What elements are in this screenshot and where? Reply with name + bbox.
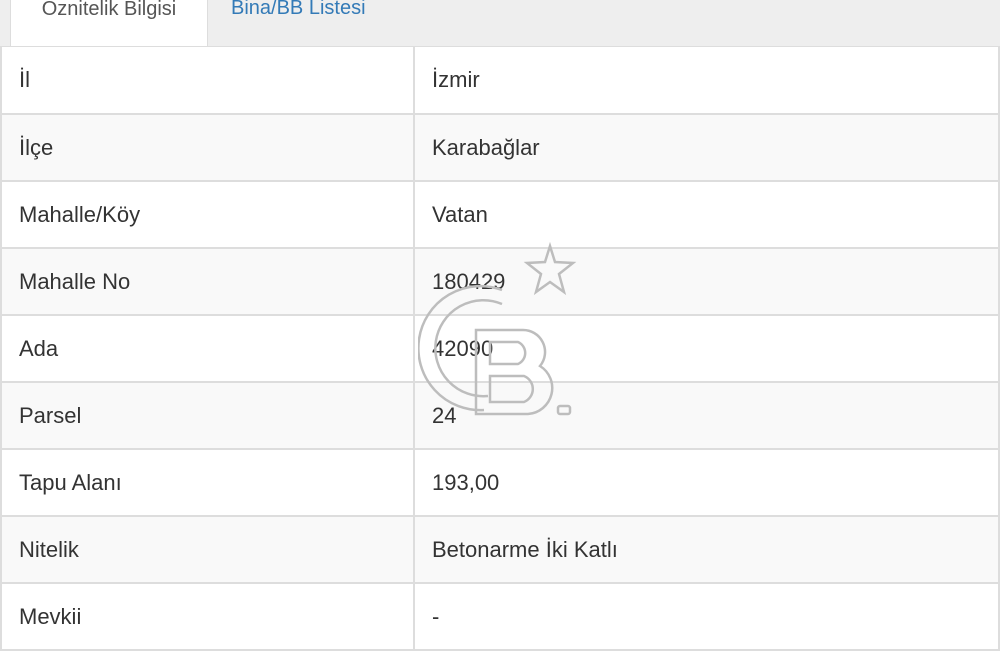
table-row: Mahalle/Köy Vatan <box>0 180 1000 249</box>
row-value: 24 <box>413 381 1000 450</box>
row-label: Parsel <box>0 381 415 450</box>
table-row: Parsel 24 <box>0 381 1000 450</box>
row-value: İzmir <box>413 47 1000 115</box>
row-label: İl <box>0 47 415 115</box>
row-label: Ada <box>0 314 415 383</box>
tab-building-list[interactable]: Bina/BB Listesi <box>231 0 366 46</box>
row-label: Nitelik <box>0 515 415 584</box>
row-label: İlçe <box>0 113 415 182</box>
table-row: İl İzmir <box>0 47 1000 115</box>
row-label: Mahalle No <box>0 247 415 316</box>
table-row: Mevkii - <box>0 582 1000 651</box>
row-value: - <box>413 582 1000 651</box>
row-label: Mahalle/Köy <box>0 180 415 249</box>
row-value: 42090 <box>413 314 1000 383</box>
attribute-panel: Öznitelik Bilgisi Bina/BB Listesi İl İzm… <box>0 0 1000 664</box>
table-row: Tapu Alanı 193,00 <box>0 448 1000 517</box>
tab-attribute-info[interactable]: Öznitelik Bilgisi <box>10 0 208 46</box>
tab-bar: Öznitelik Bilgisi Bina/BB Listesi <box>0 0 1000 47</box>
row-value: Karabağlar <box>413 113 1000 182</box>
table-row: İlçe Karabağlar <box>0 113 1000 182</box>
table-row: Ada 42090 <box>0 314 1000 383</box>
table-row: Mahalle No 180429 <box>0 247 1000 316</box>
attribute-table: İl İzmir İlçe Karabağlar Mahalle/Köy Vat… <box>0 47 1000 651</box>
table-row: Nitelik Betonarme İki Katlı <box>0 515 1000 584</box>
row-value: Betonarme İki Katlı <box>413 515 1000 584</box>
row-value: Vatan <box>413 180 1000 249</box>
row-label: Mevkii <box>0 582 415 651</box>
row-value: 180429 <box>413 247 1000 316</box>
row-label: Tapu Alanı <box>0 448 415 517</box>
row-value: 193,00 <box>413 448 1000 517</box>
